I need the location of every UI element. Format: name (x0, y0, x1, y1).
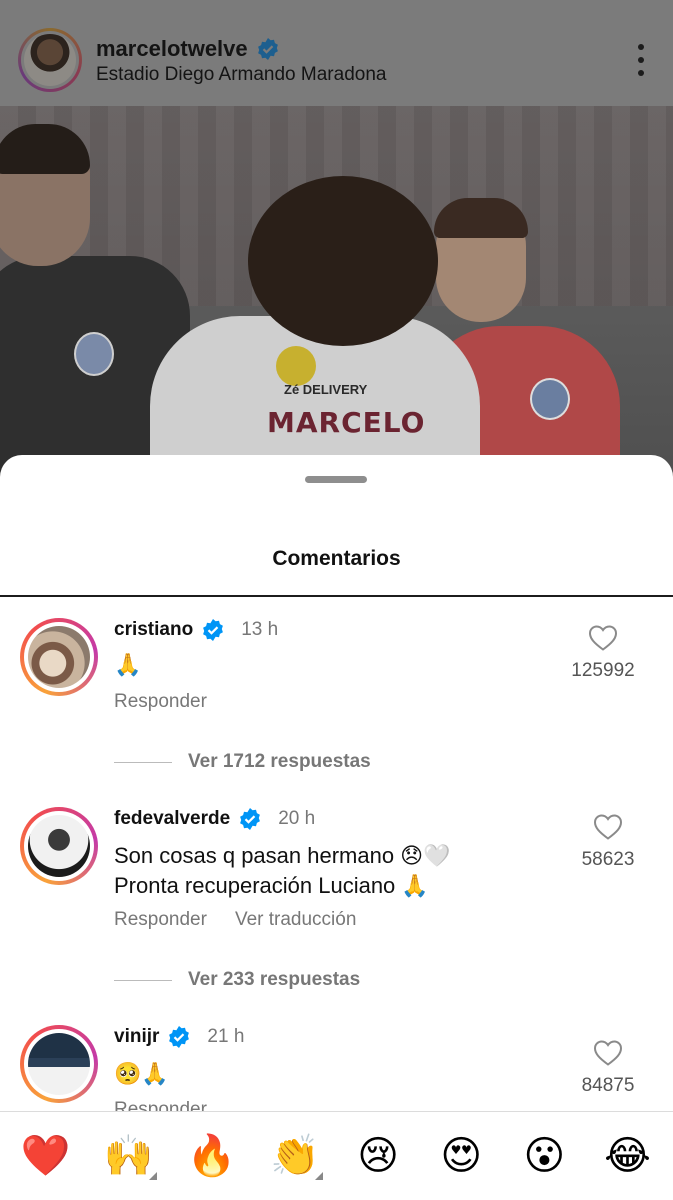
comment-text: 🥺🙏 (114, 1061, 169, 1086)
like-count: 84875 (581, 1075, 635, 1096)
more-options-icon[interactable] (637, 44, 645, 76)
verified-badge-icon (257, 38, 278, 60)
post-username-row[interactable]: marcelotwelve (96, 36, 280, 62)
heart-outline-icon[interactable] (593, 813, 623, 841)
emoji-glyph: 🙌 (103, 1133, 154, 1179)
surprised-face-emoji-icon[interactable]: 😮 (514, 1126, 574, 1186)
comment-text: 🙏 (114, 652, 142, 677)
verified-badge-icon (203, 619, 224, 641)
sheet-divider (0, 595, 673, 597)
sheet-drag-handle[interactable] (305, 476, 367, 483)
verified-badge-icon (240, 808, 261, 830)
clapping-hands-emoji-icon[interactable]: 👏 (265, 1126, 325, 1186)
comment-time: 13 h (241, 619, 279, 640)
comment-time: 20 h (278, 808, 316, 829)
comment-text: Son cosas q pasan hermano 😞🤍 Pronta recu… (114, 841, 451, 901)
photo-shirt-name: MARCELO (267, 406, 426, 439)
see-translation-button[interactable]: Ver traducción (235, 909, 356, 931)
comment-text-line: Son cosas q pasan hermano 😞🤍 (114, 843, 451, 868)
comment-like[interactable]: 84875 (558, 1039, 658, 1097)
photo-sponsor-text: Zé DELIVERY (284, 382, 368, 397)
post-avatar[interactable] (18, 28, 82, 92)
tears-of-joy-emoji-icon[interactable]: 😂 (597, 1126, 657, 1186)
emoji-reaction-bar: ❤️ 🙌 🔥 👏 😢 😍 😮 😂 (0, 1111, 673, 1200)
post-location[interactable]: Estadio Diego Armando Maradona (96, 64, 386, 86)
comment-time: 21 h (207, 1026, 245, 1047)
comment-avatar[interactable] (20, 618, 98, 696)
comment-text-line: Pronta recuperación Luciano 🙏 (114, 873, 429, 898)
comments-sheet: Comentarios cristiano 13 h 🙏 Responder 1… (0, 455, 673, 1200)
reply-button[interactable]: Responder (114, 691, 207, 713)
emoji-glyph: 👏 (270, 1133, 320, 1179)
heart-outline-icon[interactable] (588, 624, 618, 652)
comment-like[interactable]: 58623 (558, 813, 658, 871)
comment-username[interactable]: fedevalverde (114, 808, 230, 830)
comment-username[interactable]: vinijr (114, 1026, 159, 1048)
view-replies-label[interactable]: Ver 1712 respuestas (188, 751, 371, 773)
comment-username[interactable]: cristiano (114, 619, 193, 641)
comment-avatar[interactable] (20, 1025, 98, 1103)
crying-face-emoji-icon[interactable]: 😢 (348, 1126, 408, 1186)
skin-tone-indicator-icon (314, 1172, 323, 1180)
post-header: marcelotwelve Estadio Diego Armando Mara… (0, 0, 673, 106)
sheet-title: Comentarios (272, 547, 401, 570)
post-photo: Zé DELIVERY MARCELO (0, 106, 673, 480)
like-count: 125992 (571, 660, 635, 681)
red-heart-emoji-icon[interactable]: ❤️ (16, 1126, 76, 1186)
post-area: marcelotwelve Estadio Diego Armando Mara… (0, 0, 673, 480)
fire-emoji-icon[interactable]: 🔥 (182, 1126, 242, 1186)
skin-tone-indicator-icon (148, 1172, 157, 1180)
view-replies-button[interactable]: Ver 1712 respuestas (114, 751, 371, 773)
like-count: 58623 (581, 849, 635, 870)
heart-outline-icon[interactable] (593, 1039, 623, 1067)
view-replies-label[interactable]: Ver 233 respuestas (188, 969, 360, 991)
post-username[interactable]: marcelotwelve (96, 36, 248, 62)
heart-eyes-emoji-icon[interactable]: 😍 (431, 1126, 491, 1186)
view-replies-button[interactable]: Ver 233 respuestas (114, 969, 360, 991)
reply-button[interactable]: Responder (114, 909, 207, 931)
comment-like[interactable]: 125992 (553, 624, 653, 682)
comment-avatar[interactable] (20, 807, 98, 885)
verified-badge-icon (169, 1026, 190, 1048)
raising-hands-emoji-icon[interactable]: 🙌 (99, 1126, 159, 1186)
